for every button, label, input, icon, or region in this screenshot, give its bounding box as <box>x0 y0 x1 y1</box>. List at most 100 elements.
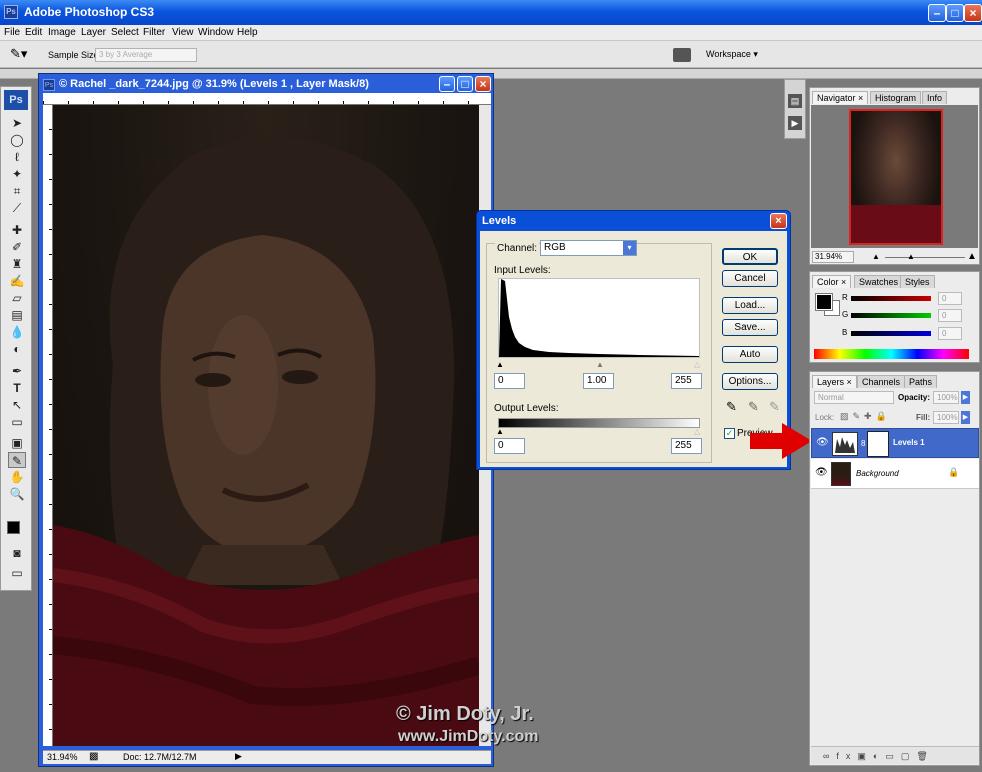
navigator-view-box[interactable] <box>849 109 943 245</box>
foreground-color-swatch[interactable] <box>7 521 20 534</box>
navigator-slider-thumb[interactable]: ▲ <box>907 252 915 261</box>
tab-swatches[interactable]: Swatches <box>854 275 904 288</box>
screen-mode-icon[interactable]: ▭ <box>8 565 26 581</box>
healing-brush-tool-icon[interactable]: ✚ <box>8 222 26 238</box>
doc-close-button[interactable]: × <box>475 76 491 92</box>
history-brush-tool-icon[interactable]: ✍ <box>8 273 26 289</box>
zoom-in-icon[interactable]: ▲ <box>967 251 977 262</box>
input-white-slider[interactable]: △ <box>694 360 700 369</box>
menu-edit[interactable]: Edit <box>25 27 42 38</box>
gradient-tool-icon[interactable]: ▤ <box>8 307 26 323</box>
layer-link-icon[interactable]: 8 <box>861 439 865 448</box>
vertical-ruler[interactable] <box>43 105 53 746</box>
maximize-button[interactable]: □ <box>946 4 964 22</box>
tab-layers[interactable]: Layers × <box>812 375 857 388</box>
input-black-field[interactable]: 0 <box>494 373 525 389</box>
layer-mask-thumbnail[interactable] <box>867 431 889 457</box>
marquee-tool-icon[interactable]: ◯ <box>8 132 26 148</box>
layer-visibility-eye-icon[interactable]: 👁 <box>816 437 829 448</box>
blue-slider[interactable] <box>851 331 931 336</box>
save-button[interactable]: Save... <box>722 319 778 336</box>
levels-dialog[interactable]: Levels × Channel: RGB ▾ Input Levels: ▲ … <box>476 210 791 470</box>
cancel-button[interactable]: Cancel <box>722 270 778 287</box>
channel-select[interactable]: RGB ▾ <box>540 240 637 256</box>
menu-layer[interactable]: Layer <box>81 27 106 38</box>
chevron-down-icon[interactable]: ▾ <box>623 241 636 255</box>
opacity-arrow-icon[interactable]: ▶ <box>961 391 970 404</box>
tab-styles[interactable]: Styles <box>900 275 935 288</box>
layer-row-levels[interactable]: 👁 8 Levels 1 <box>811 428 979 458</box>
levels-close-button[interactable]: × <box>770 213 787 229</box>
fill-field[interactable]: 100% <box>933 411 959 424</box>
fill-arrow-icon[interactable]: ▶ <box>961 411 970 424</box>
input-gamma-field[interactable]: 1.00 <box>583 373 614 389</box>
navigator-preview[interactable] <box>811 105 978 248</box>
zoom-level[interactable]: 31.94% <box>47 752 78 762</box>
tab-color[interactable]: Color × <box>812 275 852 288</box>
doc-maximize-button[interactable]: □ <box>457 76 473 92</box>
layer-row-background[interactable]: 👁 Background 🔒 <box>811 459 979 489</box>
red-slider[interactable] <box>851 296 931 301</box>
lock-icons[interactable]: ▨✎✚🔒 <box>840 411 891 422</box>
status-menu-arrow-icon[interactable]: ▶ <box>235 751 242 762</box>
document-window[interactable]: Ps © Rachel _dark_7244.jpg @ 31.9% (Leve… <box>38 73 494 767</box>
ok-button[interactable]: OK <box>722 248 778 265</box>
foreground-color-chip[interactable] <box>815 293 833 311</box>
clone-stamp-tool-icon[interactable]: ♜ <box>8 256 26 272</box>
layer-visibility-eye-icon[interactable]: 👁 <box>815 467 828 478</box>
tab-histogram[interactable]: Histogram <box>870 91 922 104</box>
tab-paths[interactable]: Paths <box>904 375 938 388</box>
doc-minimize-button[interactable]: – <box>439 76 455 92</box>
shape-tool-icon[interactable]: ▭ <box>8 414 26 430</box>
menu-select[interactable]: Select <box>111 27 139 38</box>
zoom-tool-icon[interactable]: 🔍 <box>8 486 26 502</box>
input-white-field[interactable]: 255 <box>671 373 702 389</box>
pen-tool-icon[interactable]: ✒ <box>8 363 26 379</box>
red-value-field[interactable]: 0 <box>938 292 962 305</box>
horizontal-ruler[interactable] <box>43 93 491 105</box>
blur-tool-icon[interactable]: 💧 <box>8 324 26 340</box>
output-white-slider[interactable]: △ <box>694 427 700 436</box>
layers-bottom-toolbar[interactable]: ∞fx▣◐▭▢🗑 <box>811 746 979 764</box>
output-white-field[interactable]: 255 <box>671 438 702 454</box>
quick-mask-icon[interactable]: ◙ <box>8 545 26 561</box>
load-button[interactable]: Load... <box>722 297 778 314</box>
hand-tool-icon[interactable]: ✋ <box>8 469 26 485</box>
crop-tool-icon[interactable]: ⌗ <box>8 183 26 199</box>
close-button[interactable]: × <box>964 4 982 22</box>
preview-checkbox[interactable]: ✓ <box>724 428 735 439</box>
notes-tool-icon[interactable]: ▣ <box>8 435 26 451</box>
green-value-field[interactable]: 0 <box>938 309 962 322</box>
options-button[interactable]: Options... <box>722 373 778 390</box>
green-slider[interactable] <box>851 313 931 318</box>
brush-tool-icon[interactable]: ✐ <box>8 239 26 255</box>
workspace-button[interactable]: Workspace ▾ <box>706 49 758 60</box>
app-title-bar[interactable]: Ps Adobe Photoshop CS3 – □ × <box>0 0 982 25</box>
menu-filter[interactable]: Filter <box>143 27 165 38</box>
canvas-area[interactable] <box>53 105 491 746</box>
dodge-tool-icon[interactable]: ◐ <box>8 341 26 357</box>
black-eyedropper-icon[interactable]: ✎ <box>726 399 737 415</box>
actions-panel-icon[interactable]: ▶ <box>788 116 802 130</box>
type-tool-icon[interactable]: T <box>8 380 26 396</box>
white-eyedropper-icon[interactable]: ✎ <box>769 399 780 415</box>
auto-button[interactable]: Auto <box>722 346 778 363</box>
minimize-button[interactable]: – <box>928 4 946 22</box>
eyedropper-tool-preset-icon[interactable]: ✎▾ <box>10 46 27 62</box>
menu-file[interactable]: File <box>4 27 20 38</box>
path-selection-tool-icon[interactable]: ↖ <box>8 397 26 413</box>
color-spectrum-bar[interactable] <box>814 349 969 359</box>
navigator-zoom-slider[interactable] <box>885 257 965 258</box>
navigator-zoom-field[interactable]: 31.94% <box>812 251 854 263</box>
status-icon[interactable]: ▩ <box>89 751 98 762</box>
eraser-tool-icon[interactable]: ▱ <box>8 290 26 306</box>
camera-icon[interactable] <box>673 48 691 62</box>
move-tool-icon[interactable]: ➤ <box>8 115 26 131</box>
history-panel-icon[interactable]: ▤ <box>788 94 802 108</box>
menu-view[interactable]: View <box>172 27 194 38</box>
input-gamma-slider[interactable]: ▲ <box>596 360 604 369</box>
gray-eyedropper-icon[interactable]: ✎ <box>748 399 759 415</box>
tab-channels[interactable]: Channels <box>857 375 906 388</box>
menu-help[interactable]: Help <box>237 27 258 38</box>
lasso-tool-icon[interactable]: ℓ <box>8 149 26 165</box>
